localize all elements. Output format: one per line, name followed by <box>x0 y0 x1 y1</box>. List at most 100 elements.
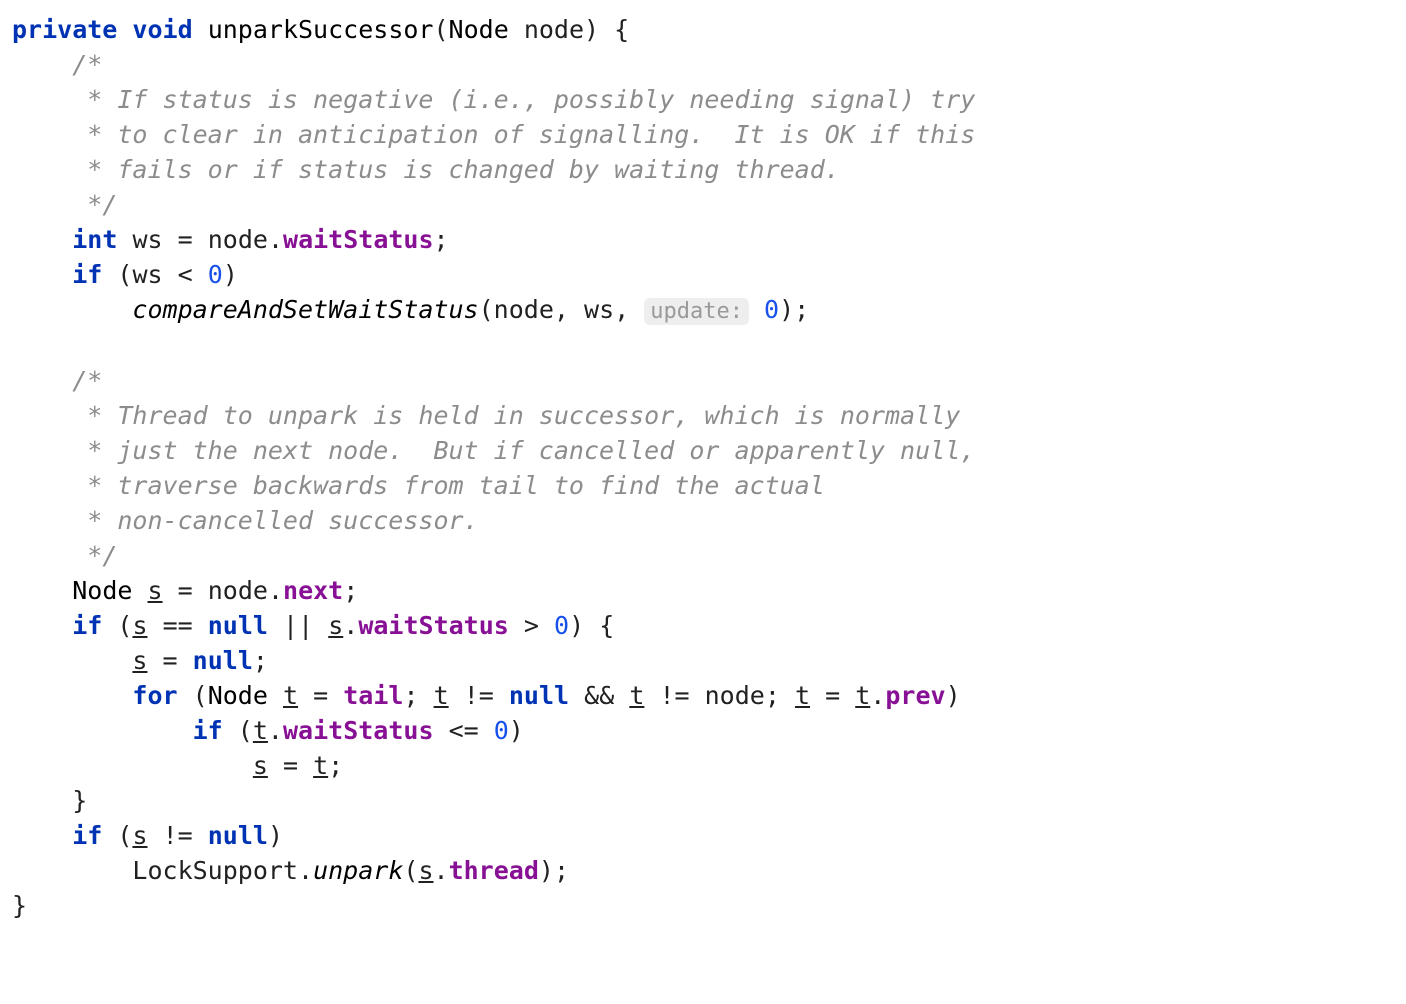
paren-open: ( <box>403 856 418 885</box>
brace-open: { <box>599 611 614 640</box>
field-prev: prev <box>885 681 945 710</box>
type-node: Node <box>72 576 132 605</box>
paren-close: ) <box>223 260 238 289</box>
brace-close: } <box>12 891 27 920</box>
keyword-if: if <box>72 611 102 640</box>
comma: , <box>554 295 569 324</box>
ref-s: s <box>132 611 147 640</box>
ref-t: t <box>313 751 328 780</box>
op-dot: . <box>268 576 283 605</box>
field-waitStatus: waitStatus <box>283 716 434 745</box>
ref-t: t <box>434 681 449 710</box>
op-dot: . <box>268 716 283 745</box>
code-line-25: } <box>12 891 27 920</box>
comment-line: * fails or if status is changed by waiti… <box>72 155 840 184</box>
semi: ; <box>328 751 343 780</box>
op-eq: = <box>163 646 178 675</box>
brace-close: } <box>72 786 87 815</box>
op-dot: . <box>298 856 313 885</box>
op-eq: = <box>178 576 193 605</box>
keyword-int: int <box>72 225 117 254</box>
op-eq: = <box>283 751 298 780</box>
call-unpark: unpark <box>313 856 403 885</box>
field-next: next <box>283 576 343 605</box>
op-neq: != <box>464 681 494 710</box>
type-node: Node <box>208 681 268 710</box>
ref-node: node <box>705 681 765 710</box>
code-line-18: s = null; <box>12 646 268 675</box>
op-eq: = <box>825 681 840 710</box>
code-line-19: for (Node t = tail; t != null && t != no… <box>12 681 961 710</box>
paren-close: ) <box>539 856 554 885</box>
ref-s: s <box>418 856 433 885</box>
keyword-private: private <box>12 15 117 44</box>
op-oror: || <box>283 611 313 640</box>
op-eqeq: == <box>163 611 193 640</box>
semi: ; <box>403 681 418 710</box>
ref-ws: ws <box>132 260 162 289</box>
comment-line: * non-cancelled successor. <box>72 506 478 535</box>
keyword-if: if <box>193 716 223 745</box>
keyword-null: null <box>509 681 569 710</box>
ref-t: t <box>855 681 870 710</box>
comma: , <box>614 295 629 324</box>
code-line-4: * to clear in anticipation of signalling… <box>12 120 975 149</box>
code-line-15: */ <box>12 541 117 570</box>
keyword-null: null <box>208 821 268 850</box>
comment-open: /* <box>72 50 102 79</box>
paren-open: ( <box>117 821 132 850</box>
op-eq: = <box>178 225 193 254</box>
code-line-17: if (s == null || s.waitStatus > 0) { <box>12 611 614 640</box>
code-line-11: * Thread to unpark is held in successor,… <box>12 401 960 430</box>
semi: ; <box>434 225 449 254</box>
ref-s: s <box>132 646 147 675</box>
ref-node: node <box>208 576 268 605</box>
code-line-2: /* <box>12 50 102 79</box>
paren-open: ( <box>433 15 448 44</box>
semi: ; <box>343 576 358 605</box>
paren-open: ( <box>117 260 132 289</box>
comment-open: /* <box>72 366 102 395</box>
paren-open: ( <box>117 611 132 640</box>
paren-close: ) <box>268 821 283 850</box>
comment-line: * If status is negative (i.e., possibly … <box>72 85 975 114</box>
code-line-5: * fails or if status is changed by waiti… <box>12 155 840 184</box>
var-s: s <box>148 576 163 605</box>
keyword-void: void <box>132 15 192 44</box>
code-line-22: } <box>12 786 87 815</box>
code-line-1: private void unparkSuccessor(Node node) … <box>12 15 629 44</box>
ref-ws: ws <box>584 295 614 324</box>
code-line-16: Node s = node.next; <box>12 576 358 605</box>
paren-open: ( <box>238 716 253 745</box>
code-line-20: if (t.waitStatus <= 0) <box>12 716 524 745</box>
keyword-null: null <box>208 611 268 640</box>
param-node: node <box>524 15 584 44</box>
semi: ; <box>253 646 268 675</box>
code-line-8: if (ws < 0) <box>12 260 238 289</box>
op-dot: . <box>870 681 885 710</box>
op-neq: != <box>659 681 689 710</box>
literal-zero: 0 <box>554 611 569 640</box>
comment-line: * Thread to unpark is held in successor,… <box>72 401 960 430</box>
semi: ; <box>794 295 809 324</box>
code-line-3: * If status is negative (i.e., possibly … <box>12 85 975 114</box>
op-lteq: <= <box>449 716 479 745</box>
code-line-7: int ws = node.waitStatus; <box>12 225 449 254</box>
paren-open: ( <box>479 295 494 324</box>
code-line-23: if (s != null) <box>12 821 283 850</box>
op-neq: != <box>163 821 193 850</box>
var-ws: ws <box>132 225 162 254</box>
ref-t: t <box>253 716 268 745</box>
type-node: Node <box>449 15 509 44</box>
paren-close: ) <box>509 716 524 745</box>
literal-zero: 0 <box>494 716 509 745</box>
literal-zero: 0 <box>764 295 779 324</box>
code-line-6: */ <box>12 190 117 219</box>
semi: ; <box>765 681 780 710</box>
comment-line: * just the next node. But if cancelled o… <box>72 436 975 465</box>
field-waitStatus: waitStatus <box>283 225 434 254</box>
inlay-hint-update: update: <box>644 298 749 325</box>
code-editor: private void unparkSuccessor(Node node) … <box>12 12 1394 923</box>
keyword-for: for <box>132 681 177 710</box>
ref-t: t <box>629 681 644 710</box>
